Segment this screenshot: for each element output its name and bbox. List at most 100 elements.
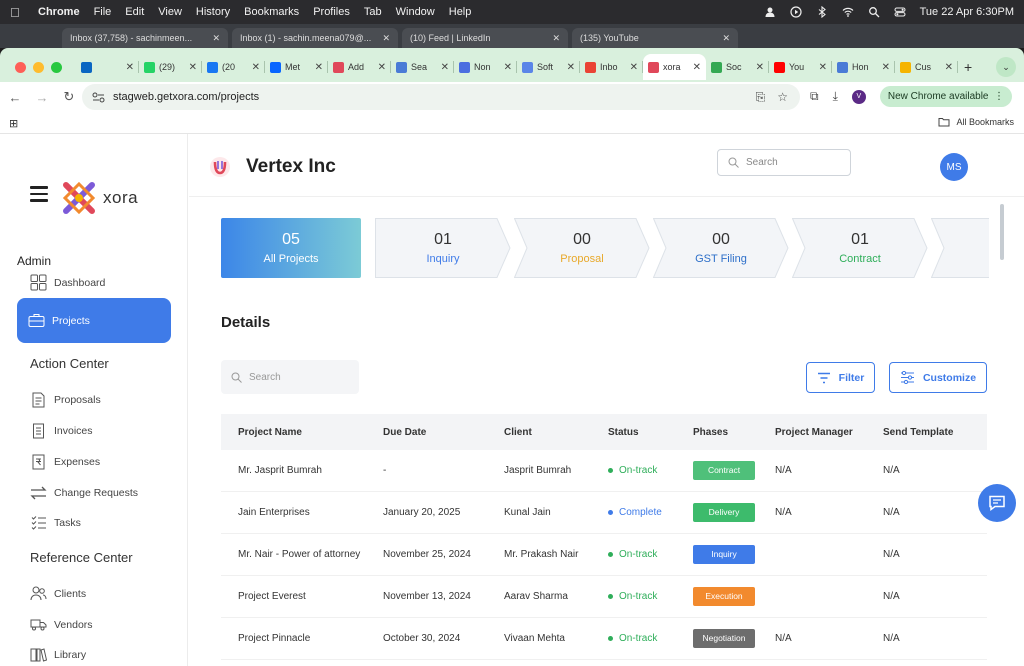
sidebar-item-invoices[interactable]: Invoices	[30, 422, 93, 439]
table-row[interactable]: Mr. Jasprit Bumrah - Jasprit Bumrah On-trac…	[221, 450, 987, 492]
column-header[interactable]: Project Manager	[775, 427, 883, 438]
column-header[interactable]: Status	[608, 427, 693, 438]
customize-button[interactable]: Customize	[889, 362, 987, 393]
close-tab-icon[interactable]: ✕	[252, 62, 260, 73]
cell-send-template[interactable]: N/A	[883, 591, 987, 602]
menu-profiles[interactable]: Profiles	[313, 6, 350, 18]
menu-tab[interactable]: Tab	[364, 6, 382, 18]
browser-tab[interactable]: Soc ✕	[706, 54, 769, 80]
extensions-puzzle-icon[interactable]: ⧉	[810, 89, 819, 104]
spotlight-search-icon[interactable]	[868, 6, 880, 18]
hamburger-menu-icon[interactable]	[30, 186, 48, 206]
close-icon[interactable]: ✕	[722, 33, 730, 44]
close-tab-icon[interactable]: ✕	[315, 62, 323, 73]
stage-contract[interactable]: 01 Contract	[792, 218, 928, 278]
new-tab-button[interactable]: +	[964, 59, 972, 75]
close-tab-icon[interactable]: ✕	[630, 62, 638, 73]
bookmark-star-icon[interactable]: ☆	[777, 90, 788, 105]
menu-help[interactable]: Help	[449, 6, 472, 18]
vertical-scrollbar[interactable]	[1000, 204, 1004, 260]
browser-tab[interactable]: (20 ✕	[202, 54, 265, 80]
cell-project-name[interactable]: Mr. Jasprit Bumrah	[221, 465, 383, 476]
close-tab-icon[interactable]: ✕	[945, 62, 953, 73]
play-icon[interactable]	[790, 6, 802, 18]
column-header[interactable]: Send Template	[883, 427, 987, 438]
sidebar-item-vendors[interactable]: Vendors	[30, 616, 93, 633]
close-tab-icon[interactable]: ✕	[567, 62, 575, 73]
table-search-input[interactable]: Search	[221, 360, 359, 394]
close-icon[interactable]: ✕	[382, 33, 390, 44]
sidebar-item-expenses[interactable]: Expenses	[30, 453, 100, 470]
cell-project-name[interactable]: Project Everest	[221, 591, 383, 602]
cell-send-template[interactable]: N/A	[883, 465, 987, 476]
sidebar-item-library[interactable]: Library	[30, 646, 86, 663]
browser-tab[interactable]: Soft ✕	[517, 54, 580, 80]
filter-button[interactable]: Filter	[806, 362, 875, 393]
sidebar-item-proposals[interactable]: Proposals	[30, 391, 101, 408]
download-icon[interactable]: ⤓	[833, 89, 838, 104]
browser-tab[interactable]: Hon ✕	[832, 54, 895, 80]
profile-avatar[interactable]: V	[851, 89, 866, 104]
stage-gst-filing[interactable]: 00 GST Filing	[653, 218, 789, 278]
sidebar-item-tasks[interactable]: Tasks	[30, 514, 81, 531]
column-header[interactable]: Phases	[693, 427, 775, 438]
close-tab-icon[interactable]: ✕	[882, 62, 890, 73]
wifi-icon[interactable]	[842, 6, 854, 18]
close-tab-icon[interactable]: ✕	[693, 62, 701, 73]
close-tab-icon[interactable]: ✕	[441, 62, 449, 73]
cell-send-template[interactable]: N/A	[883, 507, 987, 518]
install-app-icon[interactable]: ⎘	[756, 90, 766, 105]
back-arrow-icon[interactable]: ←	[3, 90, 27, 105]
close-tab-icon[interactable]: ✕	[126, 62, 134, 73]
sidebar-item-dashboard[interactable]: Dashboard	[30, 274, 105, 291]
sidebar-item-clients[interactable]: Clients	[30, 585, 86, 602]
browser-tab[interactable]: You ✕	[769, 54, 832, 80]
menu-file[interactable]: File	[94, 6, 112, 18]
all-bookmarks-button[interactable]: All Bookmarks	[938, 117, 1014, 127]
bluetooth-icon[interactable]	[816, 6, 828, 18]
close-tab-icon[interactable]: ✕	[504, 62, 512, 73]
minimize-window-button[interactable]	[33, 61, 44, 73]
menu-view[interactable]: View	[158, 6, 182, 18]
browser-tab[interactable]: Met ✕	[265, 54, 328, 80]
site-settings-icon[interactable]	[92, 92, 105, 103]
menu-window[interactable]: Window	[396, 6, 435, 18]
close-icon[interactable]: ✕	[552, 33, 560, 44]
address-text[interactable]: stagweb.getxora.com/projects	[113, 91, 259, 103]
close-tab-icon[interactable]: ✕	[189, 62, 197, 73]
table-row[interactable]: Project Pinnacle October 30, 2024 Vivaan M…	[221, 618, 987, 660]
menubar-clock[interactable]: Tue 22 Apr 6:30PM	[920, 6, 1014, 18]
stage-all-projects[interactable]: 05 All Projects	[221, 218, 361, 278]
browser-tab[interactable]: ✕	[76, 54, 139, 80]
close-icon[interactable]: ✕	[212, 33, 220, 44]
cell-project-name[interactable]: Mr. Nair - Power of attorney	[221, 549, 383, 560]
menu-app-name[interactable]: Chrome	[38, 6, 80, 18]
browser-tab[interactable]: Inbo ✕	[580, 54, 643, 80]
stage-inquiry[interactable]: 01 Inquiry	[375, 218, 511, 278]
background-tab[interactable]: Inbox (1) - sachin.meena079@... ✕	[232, 28, 398, 48]
table-row[interactable]: Jain Enterprises January 20, 2025 Kunal Ja…	[221, 492, 987, 534]
reload-icon[interactable]: ↻	[57, 89, 81, 105]
table-row[interactable]: Project Everest November 13, 2024 Aarav Sh…	[221, 576, 987, 618]
close-tab-icon[interactable]: ✕	[756, 62, 764, 73]
background-tab[interactable]: (10) Feed | LinkedIn ✕	[402, 28, 568, 48]
user-icon[interactable]	[764, 6, 776, 18]
apps-grid-icon[interactable]: ⊞	[9, 117, 18, 130]
sidebar-item-projects[interactable]: Projects	[17, 298, 171, 343]
close-tab-icon[interactable]: ✕	[819, 62, 827, 73]
header-search-input[interactable]: Search	[717, 149, 851, 176]
table-row[interactable]: Mr. Nair - Power of attorney November 25,…	[221, 534, 987, 576]
sidebar-item-change-requests[interactable]: Change Requests	[30, 484, 138, 501]
cell-send-template[interactable]: N/A	[883, 549, 987, 560]
stage-next-partial[interactable]: Pl	[931, 218, 989, 278]
column-header[interactable]: Due Date	[383, 427, 504, 438]
user-avatar[interactable]: MS	[940, 153, 968, 181]
column-header[interactable]: Project Name	[221, 427, 383, 438]
cell-project-name[interactable]: Jain Enterprises	[221, 507, 383, 518]
menu-edit[interactable]: Edit	[125, 6, 144, 18]
browser-tab[interactable]: Cus ✕	[895, 54, 958, 80]
browser-tab[interactable]: Add ✕	[328, 54, 391, 80]
menu-history[interactable]: History	[196, 6, 230, 18]
cell-send-template[interactable]: N/A	[883, 633, 987, 644]
zoom-window-button[interactable]	[51, 61, 62, 73]
